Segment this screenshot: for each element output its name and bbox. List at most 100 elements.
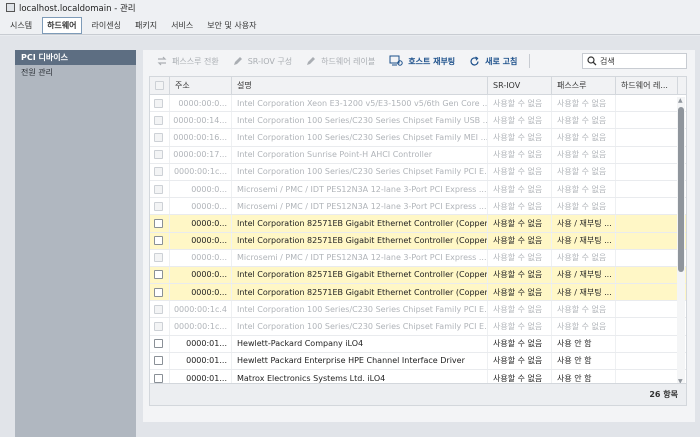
search-input[interactable]: 검색	[582, 53, 687, 69]
cell-hardware-label	[616, 112, 678, 128]
table-row[interactable]: 0000:0... Intel Corporation 82571EB Gigab…	[150, 284, 686, 302]
pencil-icon	[233, 57, 242, 65]
cell-address: 0000:0...	[170, 284, 232, 301]
checkbox-box	[154, 270, 163, 280]
toggle-passthrough-button[interactable]: 패스스루 전환	[157, 56, 219, 67]
scrollbar-thumb[interactable]	[678, 107, 684, 272]
column-header-passthrough[interactable]: 패스스루	[552, 77, 616, 94]
cell-address: 0000:0...	[170, 198, 232, 215]
reboot-host-button[interactable]: 호스트 재부팅	[389, 55, 455, 67]
tab-services[interactable]: 서비스	[167, 17, 197, 34]
configure-sriov-label: SR-IOV 구성	[247, 56, 293, 66]
tab-hardware[interactable]: 하드웨어	[42, 17, 82, 34]
table-row[interactable]: 0000:01... Hewlett-Packard Company iLO4 사용…	[150, 335, 686, 353]
table-header: 주소 설명 SR-IOV 패스스루 하드웨어 레...	[150, 77, 686, 95]
pci-devices-panel: 패스스루 전환 SR-IOV 구성 하드웨어 레이블 호스트 재부팅 새로 고침	[143, 50, 695, 422]
cell-hardware-label	[616, 353, 678, 369]
checkbox-box	[154, 201, 163, 211]
cell-description: Microsemi / PMC / IDT PES12N3A 12-lane 3…	[232, 198, 488, 215]
cell-sriov: 사용할 수 없음	[488, 318, 552, 335]
sidebar-item-pci-devices[interactable]: PCI 디바이스	[15, 50, 136, 65]
cell-hardware-label	[616, 301, 678, 317]
checkbox-box	[154, 287, 163, 297]
select-all-checkbox[interactable]	[150, 77, 170, 94]
table-row[interactable]: 0000:0... Intel Corporation 82571EB Gigab…	[150, 266, 686, 285]
sidebar-item-power-management[interactable]: 전원 관리	[15, 65, 136, 80]
table-row: 0000:00:1c... Intel Corporation 100 Serie…	[150, 318, 686, 336]
cell-sriov: 사용할 수 없음	[488, 129, 552, 146]
row-checkbox	[150, 301, 170, 318]
cell-passthrough: 사용할 수 없음	[552, 249, 616, 266]
checkbox-box	[154, 304, 163, 314]
hardware-label-button[interactable]: 하드웨어 레이블	[306, 56, 375, 67]
reboot-host-label: 호스트 재부팅	[408, 56, 456, 66]
tab-security-users[interactable]: 보안 및 사용자	[203, 17, 260, 34]
scroll-up-arrow-icon[interactable]: ▲	[678, 98, 683, 104]
row-checkbox	[150, 146, 170, 163]
vertical-scrollbar[interactable]: ▲ ▼	[677, 97, 685, 386]
cell-passthrough: 사용 / 재부팅 ...	[552, 266, 616, 284]
row-checkbox	[150, 249, 170, 266]
cell-sriov: 사용할 수 없음	[488, 95, 552, 112]
column-header-description[interactable]: 설명	[232, 77, 488, 94]
cell-hardware-label	[616, 95, 678, 111]
row-checkbox[interactable]	[150, 352, 170, 369]
pci-devices-table: 주소 설명 SR-IOV 패스스루 하드웨어 레... 0000:00:0...…	[149, 76, 687, 406]
cell-description: Intel Corporation 82571EB Gigabit Ethern…	[232, 266, 488, 284]
refresh-icon	[470, 56, 479, 65]
cell-description: Microsemi / PMC / IDT PES12N3A 12-lane 3…	[232, 180, 488, 198]
table-body: 0000:00:0... Intel Corporation Xeon E3-12…	[150, 95, 686, 388]
column-header-sriov[interactable]: SR-IOV	[488, 77, 552, 94]
row-checkbox[interactable]	[150, 266, 170, 284]
tab-licensing[interactable]: 라이센싱	[88, 17, 125, 34]
cell-hardware-label	[616, 129, 678, 145]
configure-sriov-button[interactable]: SR-IOV 구성	[233, 56, 292, 67]
row-checkbox	[150, 163, 170, 180]
cell-hardware-label	[616, 336, 678, 352]
window-icon	[6, 3, 15, 12]
hardware-label-label: 하드웨어 레이블	[321, 56, 376, 66]
refresh-label: 새로 고침	[485, 56, 518, 66]
row-checkbox[interactable]	[150, 215, 170, 232]
tab-system[interactable]: 시스템	[6, 17, 36, 34]
cell-passthrough: 사용 안 함	[552, 335, 616, 352]
cell-passthrough: 사용할 수 없음	[552, 180, 616, 198]
search-icon	[587, 56, 597, 66]
cell-sriov: 사용할 수 없음	[488, 266, 552, 284]
sidebar: PCI 디바이스 전원 관리	[15, 50, 136, 437]
table-row[interactable]: 0000:0... Intel Corporation 82571EB Gigab…	[150, 232, 686, 250]
column-header-hardware-label[interactable]: 하드웨어 레...	[616, 77, 678, 94]
cell-description: Intel Corporation 82571EB Gigabit Ethern…	[232, 215, 488, 232]
table-row: 0000:0... Microsemi / PMC / IDT PES12N3A …	[150, 249, 686, 267]
content-area: PCI 디바이스 전원 관리 패스스루 전환 SR-IOV 구성 하드웨어 레이…	[0, 36, 700, 437]
cell-sriov: 사용할 수 없음	[488, 352, 552, 369]
cell-sriov: 사용할 수 없음	[488, 198, 552, 215]
checkbox-box	[154, 115, 163, 125]
cell-address: 0000:0...	[170, 266, 232, 284]
cell-passthrough: 사용할 수 없음	[552, 198, 616, 215]
row-checkbox[interactable]	[150, 335, 170, 352]
cell-sriov: 사용할 수 없음	[488, 335, 552, 352]
cell-passthrough: 사용 / 재부팅 ...	[552, 284, 616, 301]
row-checkbox[interactable]	[150, 284, 170, 301]
cell-address: 0000:00:1c...	[170, 163, 232, 180]
cell-description: Intel Corporation 100 Series/C230 Series…	[232, 301, 488, 318]
table-row[interactable]: 0000:01... Hewlett Packard Enterprise HPE…	[150, 352, 686, 370]
checkbox-box	[154, 132, 163, 142]
cell-address: 0000:0...	[170, 232, 232, 249]
cell-passthrough: 사용할 수 없음	[552, 112, 616, 129]
cell-hardware-label	[616, 198, 678, 214]
tab-packages[interactable]: 패키지	[131, 17, 161, 34]
cell-address: 0000:00:1c...	[170, 318, 232, 335]
cell-description: Intel Corporation Xeon E3-1200 v5/E3-150…	[232, 95, 488, 112]
refresh-button[interactable]: 새로 고침	[469, 56, 517, 67]
row-checkbox[interactable]	[150, 232, 170, 249]
cell-description: Intel Corporation Sunrise Point-H AHCI C…	[232, 146, 488, 163]
cell-description: Hewlett Packard Enterprise HPE Channel I…	[232, 352, 488, 369]
table-footer: 26 항목	[150, 383, 686, 405]
table-row: 0000:00:16... Intel Corporation 100 Serie…	[150, 129, 686, 147]
checkbox-box	[154, 150, 163, 160]
column-header-address[interactable]: 주소	[170, 77, 232, 94]
table-row[interactable]: 0000:0... Intel Corporation 82571EB Gigab…	[150, 215, 686, 233]
row-checkbox	[150, 95, 170, 112]
